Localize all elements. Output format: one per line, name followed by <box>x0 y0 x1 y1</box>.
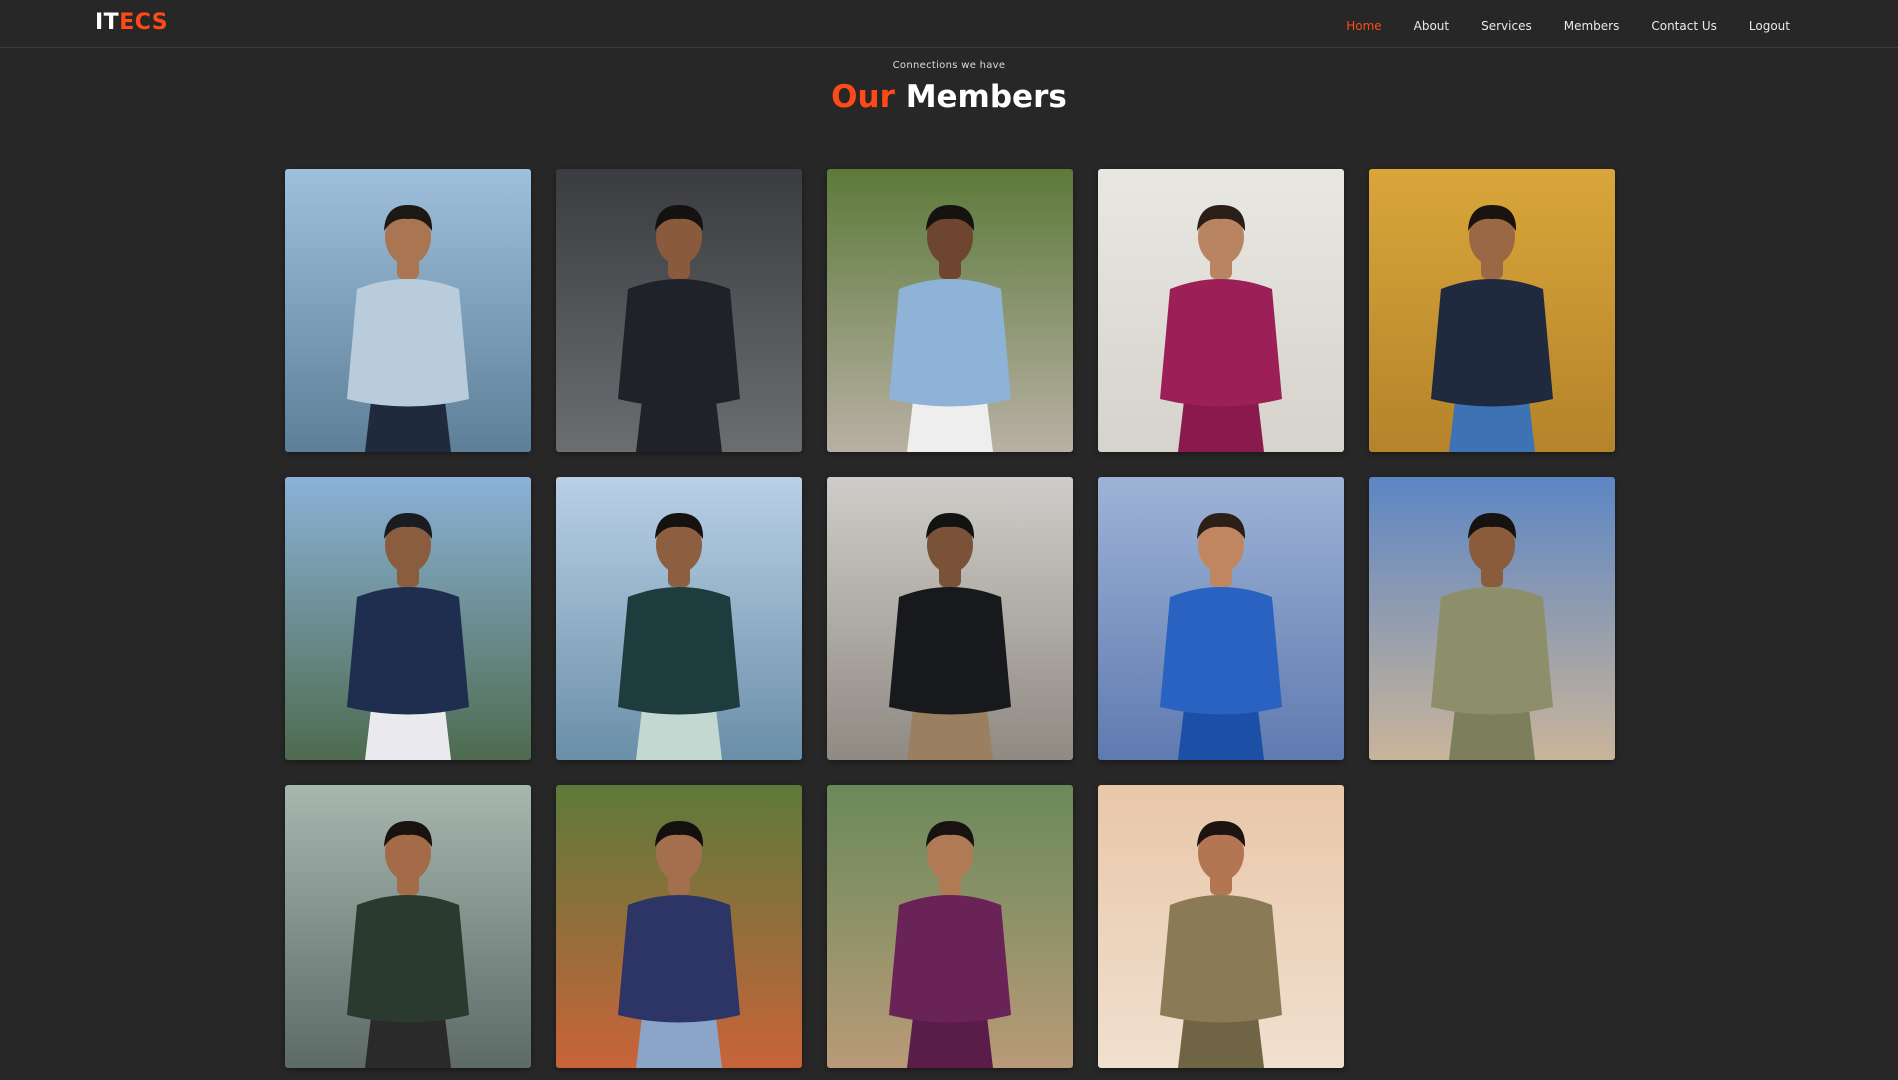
man-olive-kurta-rooftop-photo <box>1369 477 1615 760</box>
section-title-accent: Our <box>831 79 895 115</box>
member-card[interactable] <box>1369 169 1615 452</box>
brand-logo-part1: IT <box>95 10 120 35</box>
section-title-main: Members <box>905 79 1067 115</box>
brand-logo-part2: ECS <box>119 10 169 35</box>
member-card[interactable] <box>827 785 1073 1068</box>
members-grid <box>285 169 1615 1068</box>
member-card[interactable] <box>285 477 531 760</box>
section-subtitle: Connections we have <box>892 60 1006 71</box>
member-card[interactable] <box>1098 477 1344 760</box>
nav-menu: Home About Services Members Contact Us L… <box>1346 0 1790 48</box>
member-card[interactable] <box>285 785 531 1068</box>
member-card[interactable] <box>285 169 531 452</box>
nav-link-about[interactable]: About <box>1414 19 1449 33</box>
man-black-hoodie-fog-photo <box>827 477 1073 760</box>
member-card[interactable] <box>1098 169 1344 452</box>
top-navbar: ITECS Home About Services Members Contac… <box>0 0 1898 48</box>
nav-link-contact[interactable]: Contact Us <box>1651 19 1717 33</box>
member-card[interactable] <box>556 785 802 1068</box>
man-denim-jacket-sunglasses-photo <box>827 169 1073 452</box>
nav-link-logout[interactable]: Logout <box>1749 19 1790 33</box>
man-blue-blazer-photo <box>1098 477 1344 760</box>
member-card[interactable] <box>827 169 1073 452</box>
man-seated-window-photo <box>285 169 531 452</box>
member-card[interactable] <box>827 477 1073 760</box>
members-section-header: Connections we have Our Members <box>0 60 1898 117</box>
man-beanie-river-photo <box>285 477 531 760</box>
man-magenta-kurta-photo <box>1098 169 1344 452</box>
man-temple-background-photo <box>1369 169 1615 452</box>
woman-pirate-hat-photo <box>827 785 1073 1068</box>
man-black-jacket-glasses-photo <box>556 169 802 452</box>
section-title: Our Members <box>0 77 1898 117</box>
woman-camo-top-sunset-photo <box>1098 785 1344 1068</box>
man-floral-shirt-lake-photo <box>556 477 802 760</box>
member-card[interactable] <box>556 477 802 760</box>
brand-logo[interactable]: ITECS <box>95 10 168 35</box>
man-airport-patterned-shirt-photo <box>285 785 531 1068</box>
member-card[interactable] <box>1098 785 1344 1068</box>
nav-link-services[interactable]: Services <box>1481 19 1532 33</box>
nav-link-home[interactable]: Home <box>1346 19 1381 33</box>
member-card[interactable] <box>1369 477 1615 760</box>
nav-link-members[interactable]: Members <box>1564 19 1620 33</box>
member-card[interactable] <box>556 169 802 452</box>
woman-plaid-shirt-garden-photo <box>556 785 802 1068</box>
